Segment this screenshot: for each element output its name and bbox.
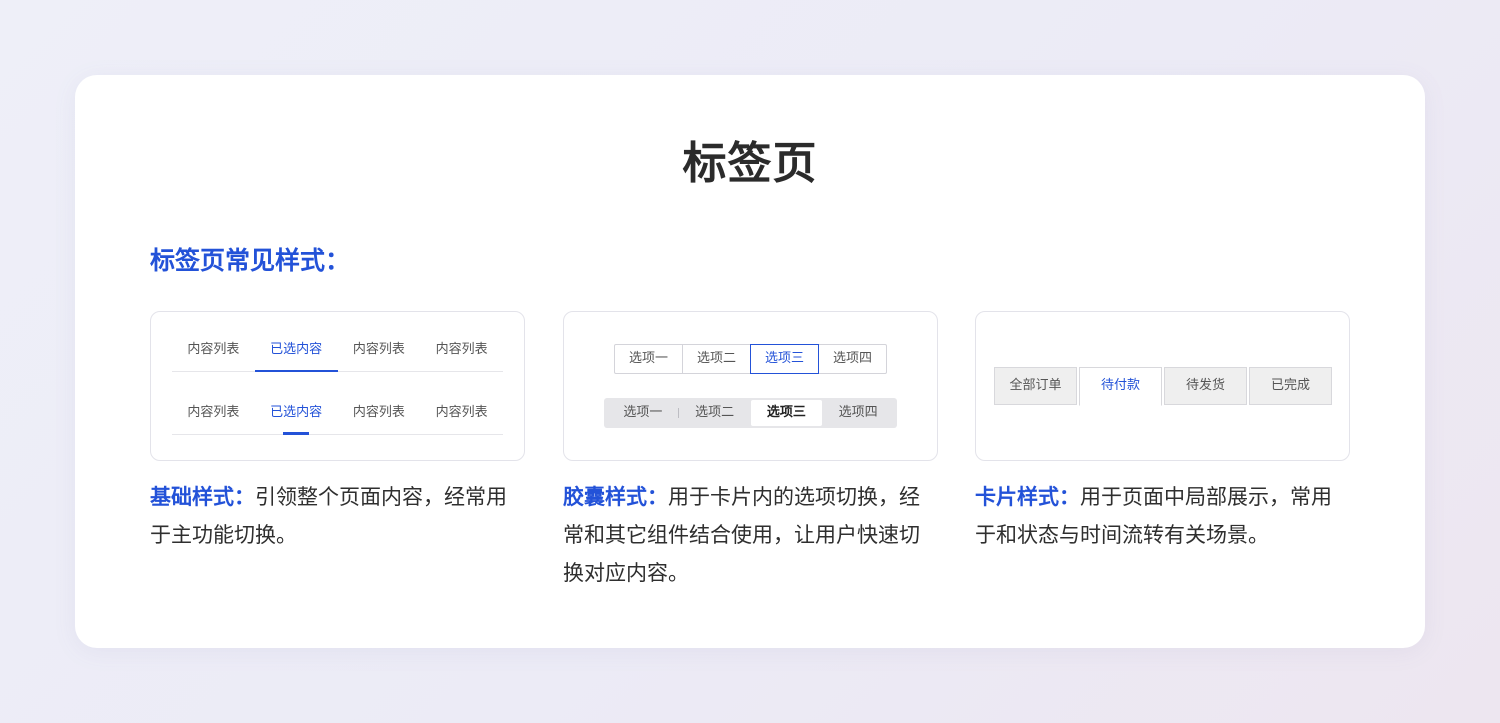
description-lead: 基础样式： <box>150 485 255 509</box>
page-title: 标签页 <box>682 138 818 189</box>
capsule-filled-label: 选项一 <box>623 405 663 420</box>
basic-tab-active[interactable]: 已选内容 <box>254 332 338 372</box>
card-tabs-group: 全部订单 待付款 待发货 已完成 <box>994 367 1334 406</box>
description-lead: 卡片样式： <box>975 485 1080 509</box>
capsule-option-active[interactable]: 选项三 <box>750 344 819 374</box>
basic-tabs-underline: 内容列表 已选内容 内容列表 内容列表 <box>172 332 503 372</box>
section-subtitle: 标签页常见样式： <box>150 246 351 275</box>
basic-tab[interactable]: 内容列表 <box>420 332 503 371</box>
card-tab-all-orders[interactable]: 全部订单 <box>994 367 1077 405</box>
capsule-option[interactable]: 选项四 <box>818 344 887 374</box>
basic-tabs-short-indicator: 内容列表 已选内容 内容列表 内容列表 <box>172 395 503 435</box>
basic-style-description: 基础样式：引领整个页面内容，经常用于主功能切换。 <box>150 478 525 554</box>
card-tab-pending-payment[interactable]: 待付款 <box>1079 367 1162 406</box>
capsule-option[interactable]: 选项一 <box>614 344 683 374</box>
basic-tab[interactable]: 内容列表 <box>172 332 255 371</box>
capsule-filled-label: 选项二 <box>695 405 735 420</box>
main-card: 标签页 标签页常见样式： 内容列表 已选内容 内容列表 内容列表 内容列表 已选… <box>75 75 1425 648</box>
basic-tab[interactable]: 内容列表 <box>172 395 255 434</box>
capsule-style-description: 胶囊样式：用于卡片内的选项切换，经常和其它组件结合使用，让用户快速切换对应内容。 <box>563 478 938 592</box>
description-lead: 胶囊样式： <box>563 485 668 509</box>
basic-tab[interactable]: 内容列表 <box>420 395 503 434</box>
capsule-filled-option-active[interactable]: 选项三 <box>750 400 823 426</box>
capsule-filled-label: 选项三 <box>766 405 806 420</box>
capsule-tabs-demo: 选项一 选项二 选项三 选项四 选项一 选项二 选项三 选项四 <box>563 311 938 461</box>
capsule-filled-option[interactable]: 选项二 <box>679 400 751 426</box>
capsule-option[interactable]: 选项二 <box>682 344 751 374</box>
basic-tab[interactable]: 内容列表 <box>338 332 421 371</box>
card-tab-completed[interactable]: 已完成 <box>1249 367 1332 405</box>
capsule-outline-group: 选项一 选项二 选项三 选项四 <box>614 344 887 374</box>
capsule-filled-option[interactable]: 选项四 <box>822 400 894 426</box>
capsule-filled-group: 选项一 选项二 选项三 选项四 <box>604 398 897 428</box>
card-style-description: 卡片样式：用于页面中局部展示，常用于和状态与时间流转有关场景。 <box>975 478 1350 554</box>
capsule-filled-option[interactable]: 选项一 <box>607 400 679 426</box>
basic-tab[interactable]: 内容列表 <box>338 395 421 434</box>
basic-tabs-demo: 内容列表 已选内容 内容列表 内容列表 内容列表 已选内容 内容列表 内容列表 <box>150 311 525 461</box>
basic-tab-active[interactable]: 已选内容 <box>255 395 338 435</box>
card-tab-pending-shipment[interactable]: 待发货 <box>1164 367 1247 405</box>
capsule-filled-label: 选项四 <box>838 405 878 420</box>
card-tabs-demo: 全部订单 待付款 待发货 已完成 <box>975 311 1350 461</box>
